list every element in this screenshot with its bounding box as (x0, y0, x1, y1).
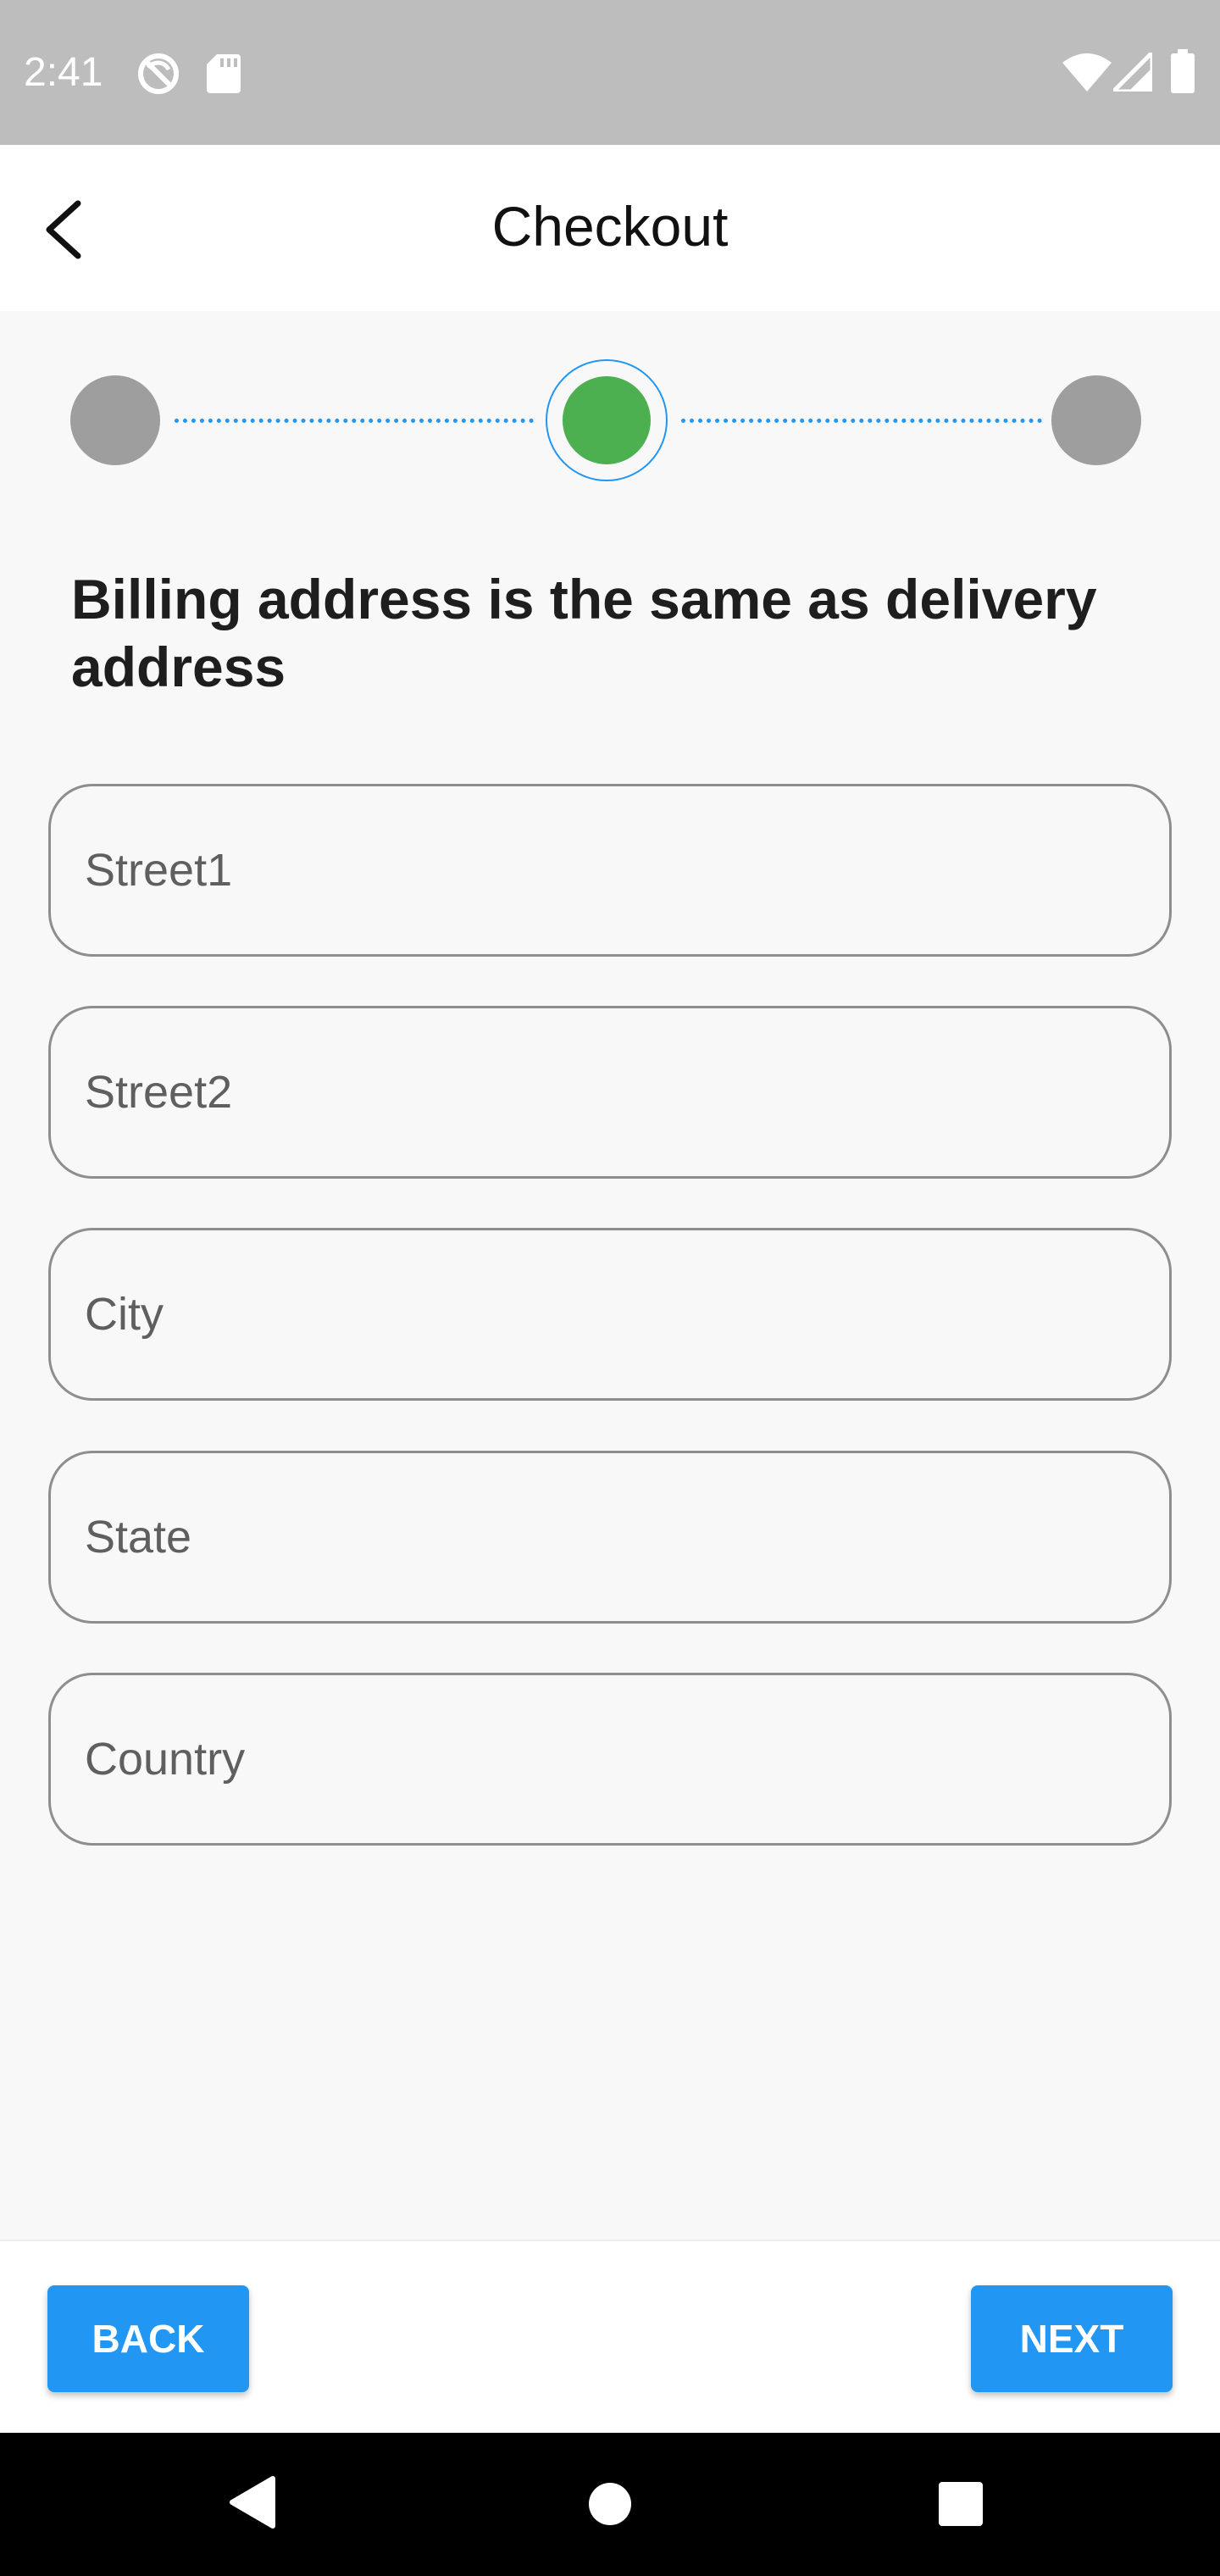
street2-field[interactable] (48, 1006, 1172, 1179)
bottom-action-bar: BACK NEXT (0, 2240, 1220, 2433)
battery-icon (1171, 49, 1195, 97)
system-navigation-bar (0, 2433, 1220, 2576)
nav-home-icon[interactable] (586, 2480, 634, 2532)
app-bar: Checkout (0, 145, 1220, 311)
next-button[interactable]: NEXT (971, 2285, 1173, 2392)
country-input[interactable] (85, 1675, 1118, 1843)
step-2-indicator[interactable] (546, 359, 668, 481)
step-connector-2 (681, 419, 1042, 423)
state-field[interactable] (48, 1451, 1172, 1624)
step-1-indicator[interactable] (70, 375, 160, 465)
state-input[interactable] (85, 1453, 1118, 1621)
street2-input[interactable] (85, 1008, 1118, 1176)
status-bar: 2:41 (0, 0, 1220, 145)
checkout-stepper (0, 311, 1220, 531)
nav-back-icon[interactable] (229, 2475, 276, 2534)
checkout-content: Billing address is the same as delivery … (0, 311, 1220, 2240)
back-button[interactable]: BACK (47, 2285, 249, 2392)
billing-address-title: Billing address is the same as delivery … (71, 568, 1097, 698)
country-field[interactable] (48, 1673, 1172, 1846)
city-input[interactable] (85, 1230, 1118, 1398)
nav-recents-icon[interactable] (937, 2480, 984, 2532)
wifi-icon (1062, 53, 1112, 96)
page-title: Checkout (491, 195, 729, 258)
sd-card-icon (207, 54, 241, 97)
step-connector-1 (175, 419, 534, 423)
no-sync-icon (136, 51, 181, 101)
city-field[interactable] (48, 1228, 1172, 1401)
street1-field[interactable] (48, 784, 1172, 957)
street1-input[interactable] (85, 786, 1118, 954)
step-3-indicator[interactable] (1051, 375, 1141, 465)
back-arrow-icon[interactable] (37, 192, 97, 268)
cell-signal-icon (1107, 47, 1155, 96)
status-time: 2:41 (24, 50, 103, 95)
